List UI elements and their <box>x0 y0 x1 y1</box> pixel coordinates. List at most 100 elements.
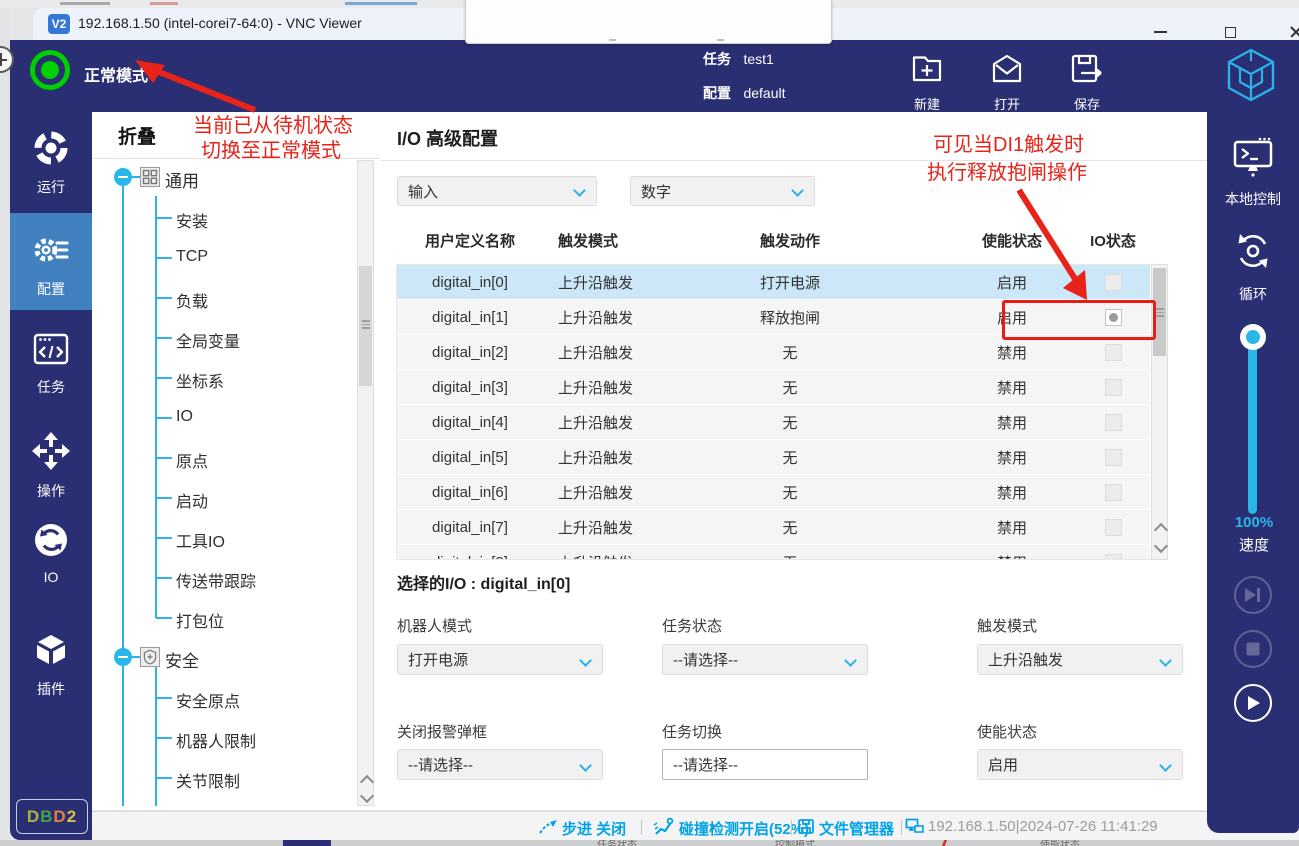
cell-trigger: 上升沿触发 <box>558 475 708 509</box>
vnc-logo-icon: V2 <box>48 14 70 34</box>
task-state-select[interactable]: --请选择-- <box>662 644 868 675</box>
tree-item-io[interactable]: IO <box>176 408 193 426</box>
tree-item-global-vars[interactable]: 全局变量 <box>176 328 240 352</box>
tree-item-safe-home[interactable]: 安全原点 <box>176 688 240 712</box>
tree-item-payload[interactable]: 负载 <box>176 288 208 312</box>
enable-state-value: 启用 <box>988 754 1018 775</box>
chevron-down-icon <box>579 654 592 667</box>
notch-tick <box>717 39 724 41</box>
tree-item-conveyor[interactable]: 传送带跟踪 <box>176 568 256 592</box>
save-icon <box>1068 52 1106 86</box>
tree-group-general[interactable]: 通用 <box>165 167 199 192</box>
tree-item-startup[interactable]: 启动 <box>176 488 208 512</box>
close-alarm-select[interactable]: --请选择-- <box>397 749 603 780</box>
desktop-left-sliver <box>0 8 10 840</box>
collision-detection-status[interactable]: 碰撞检测开启(52%) <box>679 818 809 839</box>
divider <box>791 820 792 835</box>
enable-state-select[interactable]: 启用 <box>977 749 1183 780</box>
table-row[interactable]: digital_in[7] 上升沿触发 无 禁用 <box>397 510 1150 545</box>
tree-group-safety[interactable]: 安全 <box>165 647 199 672</box>
io-type-value: 数字 <box>641 181 671 202</box>
tree-scrollbar[interactable] <box>357 160 374 806</box>
chevron-down-icon <box>573 184 586 197</box>
table-row[interactable]: digital_in[6] 上升沿触发 无 禁用 <box>397 475 1150 510</box>
tree-item-install[interactable]: 安装 <box>176 208 208 232</box>
step-forward-button[interactable] <box>1234 576 1272 614</box>
tree-item-robot-limits[interactable]: 机器人限制 <box>176 728 256 752</box>
speed-slider-track[interactable] <box>1248 338 1257 514</box>
config-row: 配置 default <box>703 83 786 103</box>
io-direction-select[interactable]: 输入 <box>397 176 597 206</box>
local-control-button[interactable]: 本地控制 <box>1207 135 1299 209</box>
step-mode-status[interactable]: 步进 关闭 <box>562 818 626 839</box>
selected-io-label: 选择的I/O : digital_in[0] <box>397 570 570 594</box>
sidebar-item-operate[interactable]: 操作 <box>10 430 92 501</box>
sidebar-item-plugin[interactable]: 插件 <box>10 630 92 699</box>
io-type-select[interactable]: 数字 <box>630 176 815 206</box>
robot-mode-select[interactable]: 打开电源 <box>397 644 603 675</box>
task-state-value: --请选择-- <box>673 649 738 670</box>
sidebar-item-run[interactable]: 运行 <box>10 128 92 197</box>
scroll-down-icon[interactable] <box>360 789 374 803</box>
table-row[interactable]: digital_in[8] 上升沿触发 无 禁用 <box>397 545 1150 560</box>
robot-badge-dbd2[interactable]: D B D 2 <box>16 799 88 834</box>
cycle-icon <box>1230 228 1276 274</box>
tree-item-joint-limits[interactable]: 关节限制 <box>176 768 240 792</box>
save-task-button[interactable]: 保存 <box>1055 52 1119 113</box>
col-user-name: 用户定义名称 <box>397 230 543 251</box>
tree-collapse-toggle[interactable] <box>114 648 132 666</box>
table-row[interactable]: digital_in[2] 上升沿触发 无 禁用 <box>397 335 1150 370</box>
tree-item-tcp[interactable]: TCP <box>176 248 208 266</box>
annotation-io-line2: 执行释放抱闸操作 <box>927 156 1087 185</box>
new-task-button[interactable]: 新建 <box>895 52 959 113</box>
vnc-toolbar-notch[interactable] <box>465 0 832 44</box>
tree-item-pack-pos[interactable]: 打包位 <box>176 608 224 632</box>
io-cycle-icon <box>31 520 71 560</box>
table-row[interactable]: digital_in[4] 上升沿触发 无 禁用 <box>397 405 1150 440</box>
tree-line <box>156 737 172 739</box>
io-state-checkbox <box>1105 274 1122 291</box>
mode-indicator-green <box>30 50 70 90</box>
sidebar-item-label: 操作 <box>10 481 92 501</box>
cell-io-state <box>1079 475 1147 509</box>
tree-collapse-toggle[interactable] <box>114 168 132 186</box>
scroll-up-icon[interactable] <box>1154 523 1168 537</box>
skip-icon <box>1243 586 1263 604</box>
tree-item-home[interactable]: 原点 <box>176 448 208 472</box>
tree-line <box>156 537 172 539</box>
desktop-fragment <box>60 2 110 5</box>
sidebar-item-io[interactable]: IO <box>10 520 92 585</box>
table-row[interactable]: digital_in[5] 上升沿触发 无 禁用 <box>397 440 1150 475</box>
task-switch-input[interactable]: --请选择-- <box>662 749 868 780</box>
tree-line <box>156 777 172 779</box>
play-button[interactable] <box>1234 684 1272 722</box>
network-icon <box>905 818 924 835</box>
trigger-mode-value: 上升沿触发 <box>988 649 1063 670</box>
trigger-mode-select[interactable]: 上升沿触发 <box>977 644 1183 675</box>
cell-trigger: 上升沿触发 <box>558 545 708 560</box>
speed-slider-thumb[interactable] <box>1240 324 1266 350</box>
cell-name: digital_in[6] <box>397 475 543 509</box>
tree-scrollbar-thumb[interactable] <box>359 266 372 386</box>
stop-button[interactable] <box>1234 630 1272 668</box>
tree-collapse-header[interactable]: 折叠 <box>118 122 156 149</box>
collision-icon <box>652 817 674 837</box>
maximize-icon <box>1225 27 1236 38</box>
file-manager-button[interactable]: 文件管理器 <box>819 818 894 839</box>
tree-line <box>155 666 157 806</box>
sidebar-item-task[interactable]: 任务 <box>10 332 92 397</box>
task-label: 任务 <box>703 51 731 67</box>
scroll-up-icon[interactable] <box>360 775 374 789</box>
scroll-down-icon[interactable] <box>1154 539 1168 553</box>
tree-item-tool-io[interactable]: 工具IO <box>176 528 225 552</box>
table-row[interactable]: digital_in[3] 上升沿触发 无 禁用 <box>397 370 1150 405</box>
tree-line <box>156 337 172 339</box>
open-task-button[interactable]: 打开 <box>975 52 1039 113</box>
cycle-label: 循环 <box>1207 284 1299 304</box>
tree-item-coord-system[interactable]: 坐标系 <box>176 368 224 392</box>
sidebar-item-config[interactable]: 配置 <box>10 230 92 299</box>
cell-name: digital_in[8] <box>397 545 543 560</box>
cycle-button[interactable]: 循环 <box>1207 228 1299 304</box>
speed-value: 100% <box>1219 514 1289 531</box>
tree-line <box>156 377 172 379</box>
